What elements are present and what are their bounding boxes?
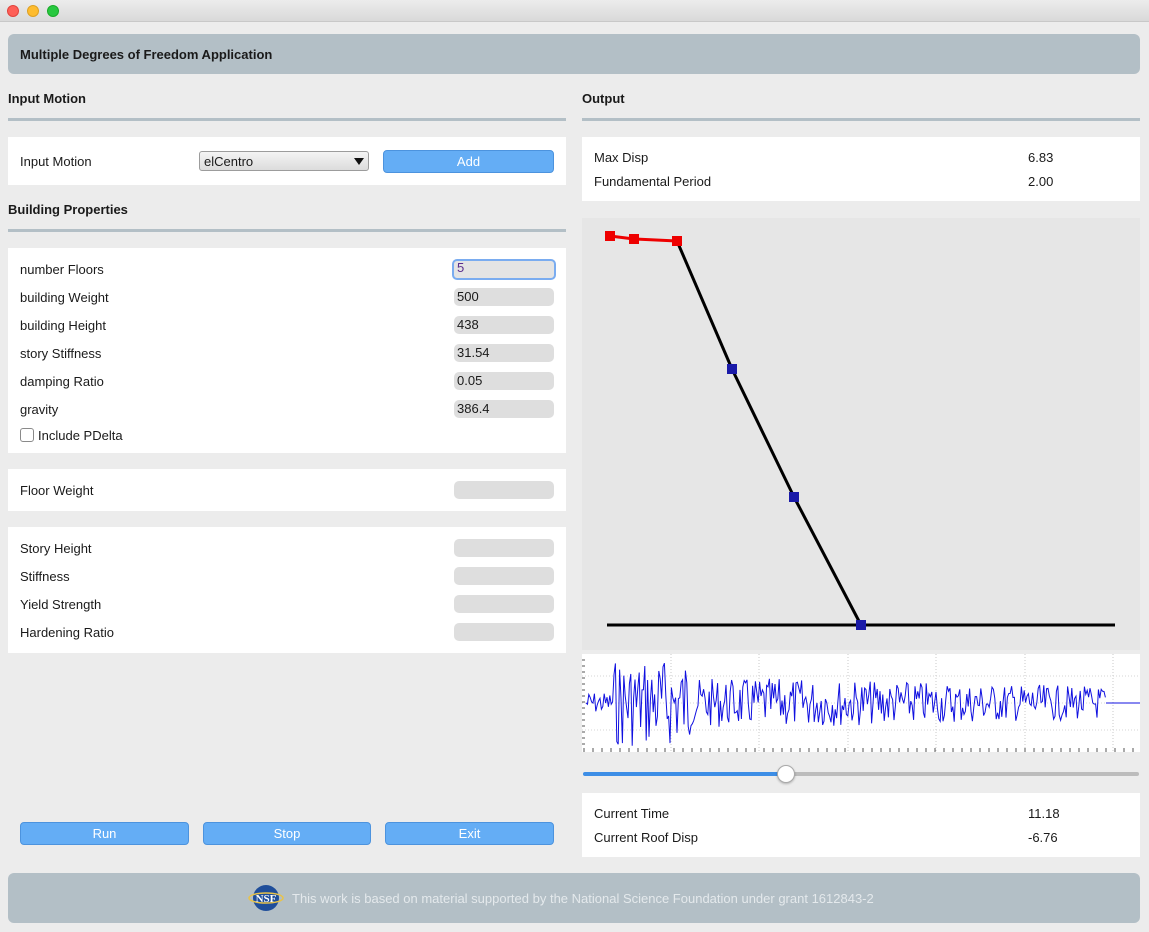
zoom-window-button[interactable] <box>47 5 59 17</box>
input-motion-divider <box>8 118 566 121</box>
yield-strength-label: Yield Strength <box>20 597 101 612</box>
app-header: Multiple Degrees of Freedom Application <box>8 34 1140 74</box>
gravity-input[interactable]: 386.4 <box>454 400 554 418</box>
story-stiffness-input[interactable]: 31.54 <box>454 344 554 362</box>
footer-bar: NSF This work is based on material suppo… <box>8 873 1140 923</box>
node-floor-3 <box>672 236 682 246</box>
node-floor-1 <box>789 492 799 502</box>
column-story-2 <box>732 369 794 497</box>
output-divider <box>582 118 1140 121</box>
nsf-logo-icon: NSF <box>248 883 284 913</box>
damping-ratio-label: damping Ratio <box>20 374 104 389</box>
hardening-ratio-label: Hardening Ratio <box>20 625 114 640</box>
include-pdelta-label: Include PDelta <box>38 428 123 443</box>
building-height-input[interactable]: 438 <box>454 316 554 334</box>
yield-strength-input[interactable] <box>454 595 554 613</box>
damping-ratio-input[interactable]: 0.05 <box>454 372 554 390</box>
column-story-3 <box>677 241 732 369</box>
story-stiffness-label: story Stiffness <box>20 346 101 361</box>
story-height-label: Story Height <box>20 541 92 556</box>
building-weight-label: building Weight <box>20 290 109 305</box>
story-height-input[interactable] <box>454 539 554 557</box>
building-height-label: building Height <box>20 318 106 333</box>
status-panel: Current Time 11.18 Current Roof Disp -6.… <box>582 793 1140 857</box>
input-motion-label: Input Motion <box>20 154 92 169</box>
hardening-ratio-input[interactable] <box>454 623 554 641</box>
include-pdelta-checkbox[interactable] <box>20 428 34 442</box>
output-heading: Output <box>582 91 625 106</box>
ground-motion-plot <box>582 654 1140 752</box>
nsf-logo-text: NSF <box>256 893 277 905</box>
ground-motion-svg <box>582 654 1140 752</box>
fundamental-period-label: Fundamental Period <box>594 174 711 189</box>
building-weight-input[interactable]: 500 <box>454 288 554 306</box>
deformed-shape-plot <box>582 218 1140 650</box>
input-motion-select[interactable]: elCentro <box>199 151 369 171</box>
current-roof-disp-label: Current Roof Disp <box>594 830 698 845</box>
run-button[interactable]: Run <box>20 822 189 845</box>
chevron-down-icon <box>354 158 364 165</box>
app-title: Multiple Degrees of Freedom Application <box>20 47 272 62</box>
number-floors-label: number Floors <box>20 262 104 277</box>
footer-text: This work is based on material supported… <box>292 891 874 906</box>
stop-button[interactable]: Stop <box>203 822 371 845</box>
output-summary-panel: Max Disp 6.83 Fundamental Period 2.00 <box>582 137 1140 201</box>
fundamental-period-value: 2.00 <box>1028 174 1053 189</box>
add-motion-button[interactable]: Add <box>383 150 554 173</box>
current-time-value: 11.18 <box>1028 806 1060 821</box>
yielded-story-4 <box>634 239 677 241</box>
input-motion-selected-value: elCentro <box>204 154 253 169</box>
max-disp-value: 6.83 <box>1028 150 1053 165</box>
window-titlebar <box>0 0 1149 22</box>
building-properties-divider <box>8 229 566 232</box>
time-slider-handle[interactable] <box>777 765 795 783</box>
close-window-button[interactable] <box>7 5 19 17</box>
time-slider-track[interactable] <box>786 772 1139 776</box>
current-roof-disp-value: -6.76 <box>1028 830 1058 845</box>
current-time-label: Current Time <box>594 806 669 821</box>
node-floor-5 <box>605 231 615 241</box>
stiffness-input[interactable] <box>454 567 554 585</box>
node-ground <box>856 620 866 630</box>
max-disp-label: Max Disp <box>594 150 648 165</box>
column-story-1 <box>794 497 861 625</box>
time-slider-filled <box>583 772 786 776</box>
minimize-window-button[interactable] <box>27 5 39 17</box>
node-floor-4 <box>629 234 639 244</box>
deformed-shape-svg <box>582 218 1140 650</box>
input-motion-heading: Input Motion <box>8 91 86 106</box>
node-floor-2 <box>727 364 737 374</box>
floor-weight-label: Floor Weight <box>20 483 93 498</box>
exit-button[interactable]: Exit <box>385 822 554 845</box>
gravity-label: gravity <box>20 402 58 417</box>
floor-weight-input[interactable] <box>454 481 554 499</box>
building-properties-heading: Building Properties <box>8 202 128 217</box>
stiffness-label: Stiffness <box>20 569 70 584</box>
number-floors-input[interactable]: 5 <box>452 259 556 280</box>
